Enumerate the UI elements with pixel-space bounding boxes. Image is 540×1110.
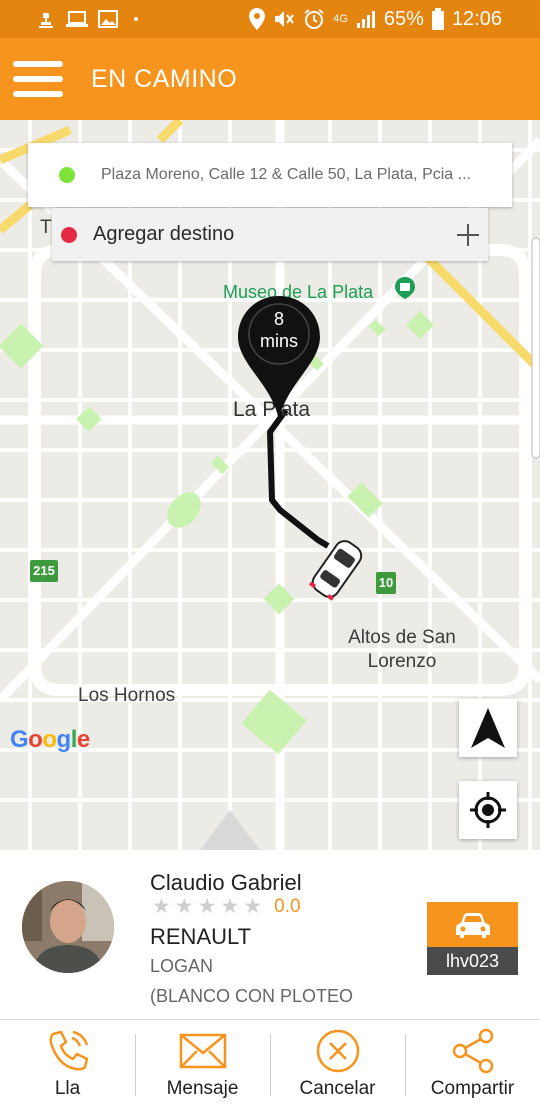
star-icon: ★	[152, 895, 171, 918]
call-label: Lla	[54, 1078, 81, 1099]
map-label-altos: Altos de San Lorenzo	[348, 627, 456, 672]
google-letter: o	[28, 726, 43, 753]
origin-dot-icon	[59, 167, 75, 183]
star-icon: ★	[243, 895, 263, 918]
cancel-circle-icon	[316, 1029, 359, 1073]
add-destination-plus-icon[interactable]	[456, 223, 480, 247]
action-bar: Lla Mensaje Cancelar Compartir	[0, 1019, 540, 1110]
destination-dot-icon	[61, 226, 77, 243]
origin-address-bar[interactable]: Plaza Moreno, Calle 12 & Calle 50, La Pl…	[28, 143, 512, 207]
message-icon-wrap	[179, 1028, 227, 1074]
battery-percent: 65%	[383, 7, 424, 30]
car-icon	[455, 912, 490, 938]
battery-icon	[431, 8, 444, 30]
mute-icon	[275, 11, 295, 27]
usb-notification-icon	[39, 13, 53, 28]
map-label-partial: T	[40, 217, 52, 238]
call-button[interactable]: Lla	[0, 1020, 135, 1110]
share-button[interactable]: Compartir	[405, 1020, 540, 1110]
driver-avatar	[22, 881, 114, 973]
car-marker-icon	[309, 540, 363, 601]
cancel-label: Cancelar	[299, 1078, 376, 1099]
share-label: Compartir	[430, 1078, 515, 1099]
phone-icon	[49, 1030, 88, 1071]
driver-name: Claudio Gabriel	[150, 870, 302, 895]
eta-text: 8 mins	[236, 308, 322, 352]
my-location-icon	[470, 792, 506, 828]
map-label-hornos: Los Hornos	[78, 685, 176, 706]
my-location-button[interactable]	[459, 781, 517, 839]
license-plate: lhv023	[427, 947, 518, 975]
driver-photo	[22, 881, 114, 973]
car-color: (BLANCO CON PLOTEO	[150, 986, 354, 1006]
destination-bar[interactable]: Agregar destino	[52, 208, 488, 261]
google-letter: g	[56, 726, 72, 753]
navigation-arrow-icon	[471, 708, 505, 748]
share-icon	[452, 1028, 493, 1074]
share-icon-wrap	[450, 1028, 496, 1074]
car-model: LOGAN	[150, 956, 214, 976]
car-brand: RENAULT	[150, 924, 252, 949]
menu-button[interactable]	[13, 57, 63, 101]
add-destination-label: Agregar destino	[93, 223, 235, 245]
menu-icon-bar	[13, 91, 63, 97]
google-letter: G	[10, 726, 29, 753]
rating-value: 0.0	[274, 896, 301, 917]
driver-rating: ★ ★ ★ ★ ★ 0.0	[152, 896, 301, 918]
eta-pin: 8 mins	[236, 294, 322, 424]
eta-value: 8	[273, 309, 284, 329]
vehicle-plate-badge: lhv023	[427, 902, 518, 975]
plate-car-area	[427, 902, 518, 947]
menu-icon	[13, 61, 63, 67]
origin-address: Plaza Moreno, Calle 12 & Calle 50, La Pl…	[101, 166, 471, 183]
call-icon-wrap	[45, 1028, 91, 1074]
network-type: 4G	[333, 13, 348, 25]
message-button[interactable]: Mensaje	[135, 1020, 270, 1110]
google-letter: o	[42, 726, 57, 753]
driver-panel: Claudio Gabriel ★ ★ ★ ★ ★ 0.0 RENAULT LO…	[0, 850, 540, 1020]
google-logo: Google	[10, 726, 90, 754]
more-notifications-dot	[134, 17, 138, 21]
eta-unit: mins	[259, 331, 298, 351]
page-title: EN CAMINO	[91, 64, 238, 93]
message-label: Mensaje	[166, 1078, 239, 1099]
envelope-icon	[179, 1033, 226, 1069]
clock: 12:06	[451, 7, 502, 30]
laptop-notification-icon	[66, 11, 88, 27]
image-notification-icon	[98, 10, 118, 28]
signal-icon	[356, 11, 375, 28]
cancel-icon-wrap	[315, 1028, 361, 1074]
status-bar: 4G 65% 12:06	[0, 0, 540, 38]
google-letter: e	[76, 726, 90, 753]
cancel-button[interactable]: Cancelar	[270, 1020, 405, 1110]
app-header: EN CAMINO	[0, 38, 540, 120]
star-icon: ★	[197, 895, 217, 918]
location-icon	[249, 8, 266, 30]
star-icon: ★	[174, 895, 194, 918]
star-icon: ★	[220, 895, 240, 918]
menu-icon-bar	[13, 76, 63, 82]
route-shield-215: 215	[30, 560, 58, 582]
museum-icon	[395, 277, 415, 299]
alarm-icon	[304, 9, 324, 29]
navigation-button[interactable]	[459, 699, 517, 757]
route-shield-10: 10	[376, 572, 396, 594]
